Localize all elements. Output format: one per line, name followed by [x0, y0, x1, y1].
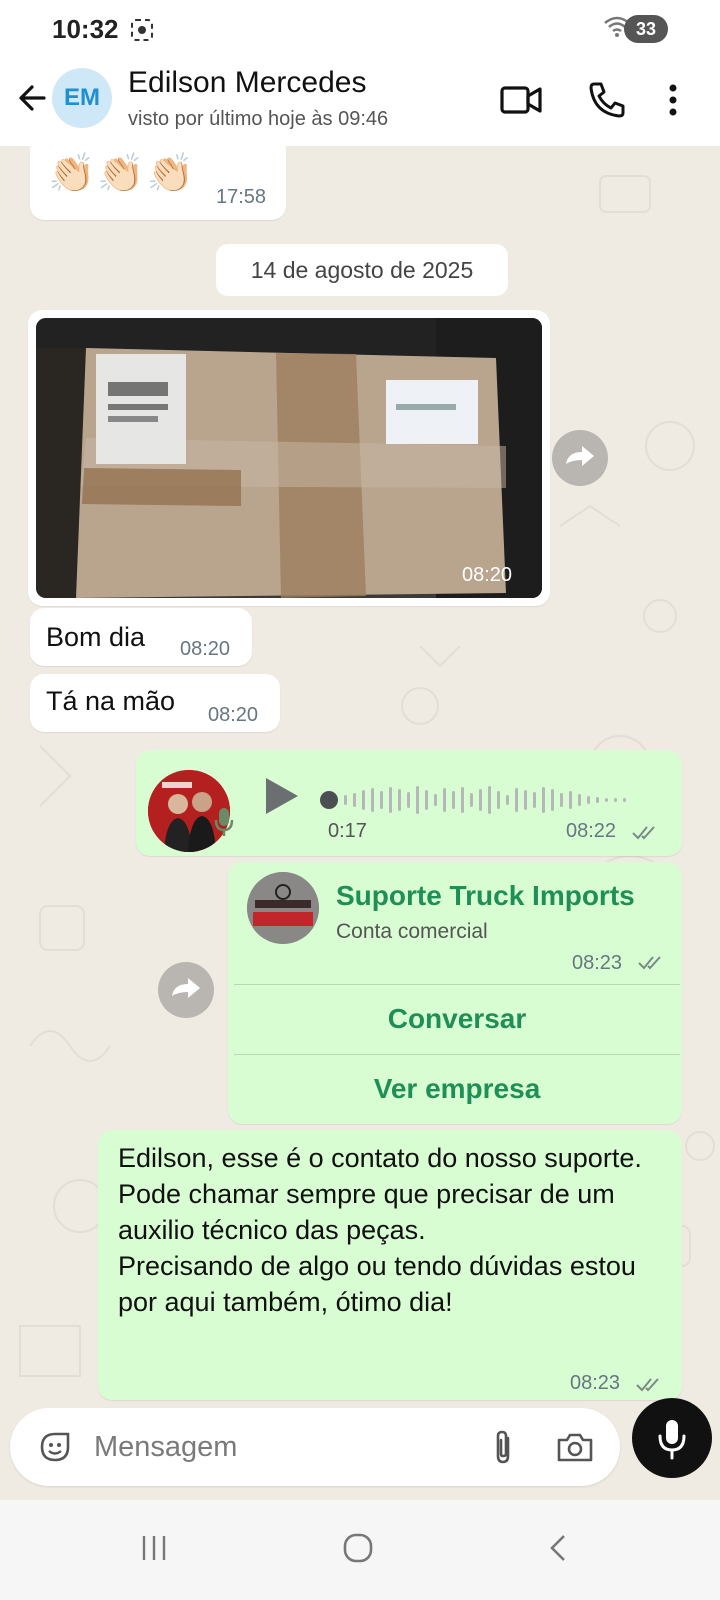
message-time: 08:20: [208, 704, 259, 726]
battery-indicator: 33: [624, 15, 668, 43]
truckimports-logo: [247, 872, 319, 944]
double-check-icon: [636, 1378, 659, 1392]
video-call-icon[interactable]: [500, 78, 544, 122]
waveform-bar: [497, 791, 500, 809]
waveform-bar: [569, 791, 572, 809]
waveform-bar: [425, 790, 428, 810]
waveform-bar: [488, 786, 491, 814]
double-check-icon: [632, 826, 655, 840]
voice-duration: 0:17: [328, 820, 367, 842]
waveform-bar: [614, 798, 617, 802]
waveform-bar: [560, 793, 563, 807]
message-composer[interactable]: Mensagem: [10, 1408, 620, 1486]
attach-icon[interactable]: [488, 1428, 518, 1466]
waveform-bar: [389, 787, 392, 813]
message-text: Edilson, esse é o contato do nosso supor…: [118, 1140, 678, 1320]
home-nav-icon[interactable]: [340, 1530, 376, 1566]
waveform-bar: [533, 792, 536, 808]
waveform-bar: [452, 791, 455, 809]
waveform-bar: [398, 789, 401, 811]
system-navigation-bar: [0, 1500, 720, 1600]
waveform-bar: [605, 798, 608, 802]
photo-time: 08:20: [462, 564, 513, 586]
voice-mic-icon: [214, 808, 234, 836]
play-icon[interactable]: [262, 774, 302, 818]
back-arrow-icon[interactable]: [14, 80, 50, 116]
voice-waveform[interactable]: [320, 782, 660, 818]
waveform-bar: [344, 795, 347, 805]
waveform-bar: [416, 786, 419, 814]
waveform-bar: [587, 796, 590, 804]
message-line: Edilson, esse é o contato do nosso supor…: [118, 1143, 642, 1173]
waveform-bar: [551, 789, 554, 811]
camera-icon[interactable]: [556, 1430, 594, 1464]
message-text: Bom dia: [46, 622, 146, 652]
conversar-button[interactable]: Conversar: [234, 984, 680, 1054]
ver-empresa-button[interactable]: Ver empresa: [234, 1054, 680, 1124]
mic-icon: [658, 1420, 686, 1460]
package-photo-image: [36, 318, 542, 598]
forward-icon: [566, 446, 594, 466]
chat-header: EM Edilson Mercedes visto por último hoj…: [0, 58, 720, 146]
message-clap[interactable]: 👏🏻👏🏻👏🏻 17:58: [30, 146, 286, 220]
status-bar: 10:32 33: [0, 0, 720, 58]
waveform-bar: [515, 788, 518, 812]
message-time: 08:23: [570, 1372, 621, 1394]
waveform-bar: [506, 795, 509, 805]
date-separator: 14 de agosto de 2025: [216, 244, 508, 296]
business-label: Conta comercial: [336, 920, 488, 943]
phone-icon[interactable]: [586, 78, 630, 122]
more-options-icon[interactable]: [660, 78, 686, 122]
waveform-bar: [380, 791, 383, 809]
message-bom-dia[interactable]: Bom dia 08:20: [30, 608, 252, 666]
waveform-bar: [443, 788, 446, 812]
message-ta-na-mao[interactable]: Tá na mão 08:20: [30, 674, 280, 732]
message-time: 08:20: [180, 638, 231, 660]
waveform-bar: [407, 792, 410, 808]
screen-record-icon: [131, 19, 153, 41]
voice-record-button[interactable]: [632, 1398, 712, 1478]
message-input[interactable]: Mensagem: [94, 1431, 237, 1464]
message-time: 08:23: [572, 952, 623, 974]
forward-button[interactable]: [158, 962, 214, 1018]
waveform-bar: [353, 793, 356, 807]
waveform-bar: [542, 787, 545, 813]
back-nav-icon[interactable]: [542, 1530, 578, 1566]
contact-last-seen: visto por último hoje às 09:46: [128, 108, 389, 130]
waveform-bar: [461, 787, 464, 813]
message-line: Precisando de algo ou tendo dúvidas esto…: [118, 1251, 636, 1317]
waveform-bar: [578, 794, 581, 806]
business-name[interactable]: Suporte Truck Imports: [336, 880, 635, 912]
waveform-bar: [371, 788, 374, 812]
forward-button[interactable]: [552, 430, 608, 486]
waveform-bar: [479, 789, 482, 811]
waveform-bar: [434, 794, 437, 806]
clap-emoji: 👏🏻👏🏻👏🏻: [48, 153, 196, 195]
message-time: 08:22: [566, 820, 617, 842]
double-check-icon: [638, 956, 661, 970]
waveform-bar: [596, 797, 599, 803]
business-avatar[interactable]: [247, 872, 319, 944]
waveform-bar: [362, 790, 365, 810]
status-time: 10:32: [52, 14, 119, 44]
photo-package[interactable]: [36, 318, 542, 598]
waveform-bar: [623, 798, 626, 802]
recents-nav-icon[interactable]: [136, 1530, 172, 1566]
waveform-bar: [470, 793, 473, 807]
message-line: Pode chamar sempre que precisar de um au…: [118, 1179, 615, 1245]
message-time: 17:58: [216, 186, 267, 208]
forward-icon: [172, 978, 200, 998]
message-text: Tá na mão: [46, 686, 176, 716]
sticker-icon[interactable]: [38, 1430, 72, 1464]
contact-avatar[interactable]: EM: [52, 68, 112, 128]
waveform-bar: [524, 790, 527, 810]
chat-area[interactable]: 👏🏻👏🏻👏🏻 17:58 14 de agosto de 2025 08:20: [0, 146, 720, 1424]
contact-name[interactable]: Edilson Mercedes: [128, 66, 366, 100]
